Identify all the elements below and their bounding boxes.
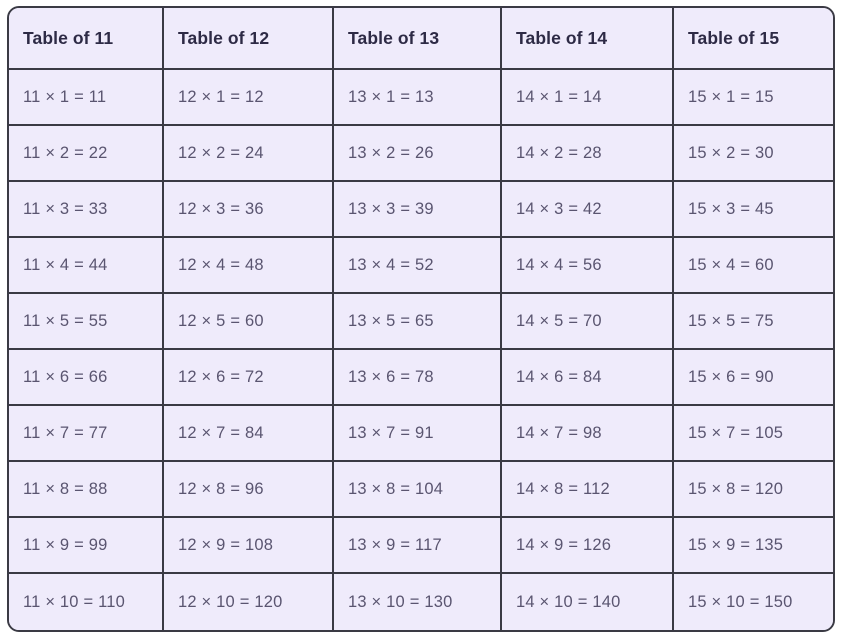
cell: 15 × 5 = 75 (674, 294, 833, 350)
column-header-table-of-12: Table of 12 (164, 8, 334, 70)
table-row: 11 × 4 = 44 12 × 4 = 48 13 × 4 = 52 14 ×… (9, 238, 833, 294)
cell: 12 × 3 = 36 (164, 182, 334, 238)
cell: 13 × 3 = 39 (334, 182, 502, 238)
cell: 11 × 7 = 77 (9, 406, 164, 462)
cell: 12 × 5 = 60 (164, 294, 334, 350)
table-row: 11 × 9 = 99 12 × 9 = 108 13 × 9 = 117 14… (9, 518, 833, 574)
cell: 12 × 2 = 24 (164, 126, 334, 182)
cell: 13 × 2 = 26 (334, 126, 502, 182)
column-header-table-of-15: Table of 15 (674, 8, 833, 70)
cell: 15 × 6 = 90 (674, 350, 833, 406)
cell: 15 × 2 = 30 (674, 126, 833, 182)
cell: 11 × 2 = 22 (9, 126, 164, 182)
cell: 11 × 6 = 66 (9, 350, 164, 406)
column-header-table-of-13: Table of 13 (334, 8, 502, 70)
cell: 12 × 6 = 72 (164, 350, 334, 406)
cell: 14 × 3 = 42 (502, 182, 674, 238)
table-row: 11 × 6 = 66 12 × 6 = 72 13 × 6 = 78 14 ×… (9, 350, 833, 406)
cell: 13 × 4 = 52 (334, 238, 502, 294)
cell: 15 × 3 = 45 (674, 182, 833, 238)
cell: 14 × 5 = 70 (502, 294, 674, 350)
cell: 11 × 10 = 110 (9, 574, 164, 630)
cell: 15 × 9 = 135 (674, 518, 833, 574)
cell: 11 × 4 = 44 (9, 238, 164, 294)
table-row: 11 × 3 = 33 12 × 3 = 36 13 × 3 = 39 14 ×… (9, 182, 833, 238)
cell: 12 × 7 = 84 (164, 406, 334, 462)
cell: 14 × 10 = 140 (502, 574, 674, 630)
table-body: 11 × 1 = 11 12 × 1 = 12 13 × 1 = 13 14 ×… (9, 70, 833, 630)
cell: 12 × 9 = 108 (164, 518, 334, 574)
cell: 11 × 5 = 55 (9, 294, 164, 350)
cell: 14 × 4 = 56 (502, 238, 674, 294)
table-row: 11 × 2 = 22 12 × 2 = 24 13 × 2 = 26 14 ×… (9, 126, 833, 182)
table-row: 11 × 5 = 55 12 × 5 = 60 13 × 5 = 65 14 ×… (9, 294, 833, 350)
cell: 13 × 10 = 130 (334, 574, 502, 630)
cell: 11 × 1 = 11 (9, 70, 164, 126)
cell: 15 × 10 = 150 (674, 574, 833, 630)
table-row: 11 × 1 = 11 12 × 1 = 12 13 × 1 = 13 14 ×… (9, 70, 833, 126)
cell: 11 × 9 = 99 (9, 518, 164, 574)
cell: 15 × 1 = 15 (674, 70, 833, 126)
cell: 13 × 1 = 13 (334, 70, 502, 126)
header-row: Table of 11 Table of 12 Table of 13 Tabl… (9, 8, 833, 70)
cell: 14 × 1 = 14 (502, 70, 674, 126)
table-header: Table of 11 Table of 12 Table of 13 Tabl… (9, 8, 833, 70)
cell: 15 × 7 = 105 (674, 406, 833, 462)
multiplication-tables-container: Table of 11 Table of 12 Table of 13 Tabl… (7, 6, 835, 632)
multiplication-table: Table of 11 Table of 12 Table of 13 Tabl… (7, 6, 835, 632)
cell: 13 × 7 = 91 (334, 406, 502, 462)
cell: 12 × 1 = 12 (164, 70, 334, 126)
cell: 12 × 10 = 120 (164, 574, 334, 630)
cell: 13 × 9 = 117 (334, 518, 502, 574)
cell: 13 × 8 = 104 (334, 462, 502, 518)
table-row: 11 × 7 = 77 12 × 7 = 84 13 × 7 = 91 14 ×… (9, 406, 833, 462)
cell: 14 × 8 = 112 (502, 462, 674, 518)
cell: 14 × 2 = 28 (502, 126, 674, 182)
cell: 11 × 3 = 33 (9, 182, 164, 238)
cell: 14 × 9 = 126 (502, 518, 674, 574)
cell: 15 × 8 = 120 (674, 462, 833, 518)
cell: 12 × 8 = 96 (164, 462, 334, 518)
table-row: 11 × 10 = 110 12 × 10 = 120 13 × 10 = 13… (9, 574, 833, 630)
cell: 13 × 6 = 78 (334, 350, 502, 406)
cell: 13 × 5 = 65 (334, 294, 502, 350)
column-header-table-of-14: Table of 14 (502, 8, 674, 70)
cell: 14 × 6 = 84 (502, 350, 674, 406)
cell: 15 × 4 = 60 (674, 238, 833, 294)
column-header-table-of-11: Table of 11 (9, 8, 164, 70)
cell: 12 × 4 = 48 (164, 238, 334, 294)
table-row: 11 × 8 = 88 12 × 8 = 96 13 × 8 = 104 14 … (9, 462, 833, 518)
cell: 14 × 7 = 98 (502, 406, 674, 462)
cell: 11 × 8 = 88 (9, 462, 164, 518)
